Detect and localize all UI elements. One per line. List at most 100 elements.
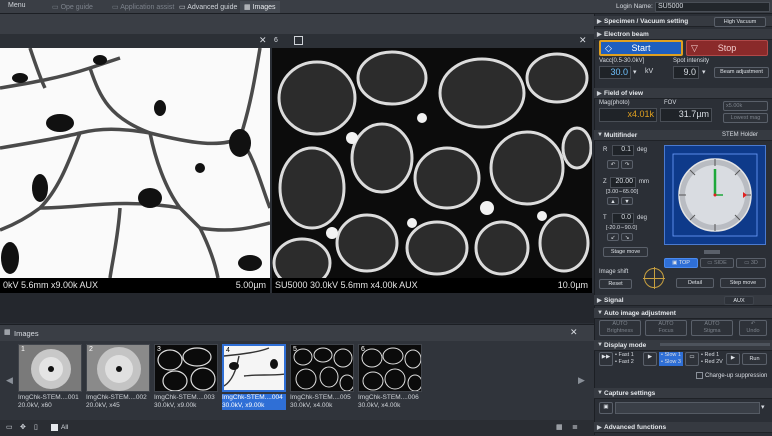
vacuum-mode-button[interactable]: High Vacuum [714,17,766,27]
spot-dropdown-icon[interactable]: ▾ [702,68,706,76]
capture-options-bar[interactable] [615,402,760,414]
tilt-left-button[interactable]: ↙ [607,233,619,241]
thumbnail-6[interactable]: 6 [358,344,422,392]
crosshair-h [643,278,665,279]
auto-stigma-button[interactable]: AUTO Stigma [691,320,733,336]
rotate-ccw-button[interactable]: ↶ [607,160,619,169]
z-down-button[interactable]: ▼ [621,197,633,205]
t-value-field[interactable]: 0.0 [612,213,634,224]
tab-images[interactable]: ▦ Images [240,1,280,13]
section-advanced-functions[interactable]: ▶ Advanced functions [594,422,772,433]
scan-mode-icon[interactable]: ▶ [726,353,740,365]
mag-preset-dropdown[interactable]: x5.00k [723,101,768,111]
section-electron-beam[interactable]: ▶ Electron beam [594,29,772,40]
sem-image-left[interactable] [0,48,270,278]
slow-scan-icon[interactable]: ▶ [643,352,657,366]
z-value-field[interactable]: 20.00 [610,177,636,188]
menu-bar: Menu ▭ Ope guide ▭ Application assist ▭ … [0,0,772,14]
spot-label: Spot intensity [673,58,710,64]
tab-application-assist[interactable]: ▭ Application assist [108,1,178,13]
r-label: R [603,147,608,153]
section-capture-settings[interactable]: ▼ Capture settings [594,388,772,399]
close-left-icon[interactable]: ✕ [259,35,267,46]
folder-icon[interactable]: ▭ [6,423,13,431]
reset-button[interactable]: Reset [599,279,632,289]
close-right-icon[interactable]: ✕ [579,35,587,46]
view-side-button[interactable]: ▭ SIDE [700,258,734,268]
undo-button[interactable]: ↶ Undo [739,320,767,336]
r-value-field[interactable]: 0.1 [612,145,634,156]
fov-label: FOV [664,100,677,106]
mag-label: Mag(photo) [599,100,630,106]
stem-holder-label: STEM Holder [722,132,759,138]
section-auto-image-adjustment[interactable]: ▼ Auto image adjustment [594,308,772,319]
slow-modes[interactable]: • Slow 1 • Slow 3 [659,352,683,366]
start-icon: ◇ [605,43,612,53]
stage-map-graphic [672,153,758,237]
image-shift-crosshair[interactable] [643,267,665,289]
trash-icon[interactable]: ▯ [34,423,38,431]
right-image-caption: SU5000 30.0kV 5.6mm x4.00k AUX 10.0µm [272,278,592,293]
move-icon[interactable]: ✥ [20,423,26,431]
r-unit: deg [637,147,648,153]
all-label: All [61,424,69,431]
spot-value-field[interactable]: 9.0 [673,66,699,79]
thumbnail-1[interactable]: 1 [18,344,82,392]
charge-up-label: Charge-up suppression [705,373,768,379]
all-checkbox[interactable] [51,424,58,431]
grid-view-icon[interactable]: ▦ [556,423,563,431]
thumbnail-2[interactable]: 2 [86,344,150,392]
images-panel-title: Images [14,329,39,338]
thumbnail-4-selected[interactable]: 4 [222,344,286,392]
z-range: [3.00∼65.00] [606,189,639,195]
z-unit: mm [639,179,649,185]
stage-slider[interactable] [704,250,720,254]
signal-aux-button[interactable]: AUX [724,296,754,305]
tab-ope-guide[interactable]: ▭ Ope guide [48,1,97,13]
tilt-right-button[interactable]: ↘ [621,233,633,241]
view-top-button[interactable]: ▣ TOP [664,258,698,268]
section-field-of-view[interactable]: ▶ Field of view [594,88,772,99]
menu-button[interactable]: Menu [8,2,26,9]
reduced-scan-icon[interactable]: ▭ [685,352,699,366]
fullscreen-icon[interactable] [294,36,303,45]
fast-scan-icon[interactable]: ▶▶ [599,352,613,366]
stop-icon: ▽ [691,43,698,53]
run-button[interactable]: Run [742,353,767,365]
scan-speed-slider[interactable] [660,343,770,346]
vacc-value-field[interactable]: 30.0 [599,66,631,79]
vacc-label: Vacc[0.5-30.0kV] [599,58,645,64]
tab-advanced-guide[interactable]: ▭ Advanced guide [175,1,241,13]
sem-image-right[interactable] [272,48,592,278]
stage-move-button[interactable]: Stage move [603,247,648,257]
scroll-right-icon[interactable]: ▶ [578,375,585,386]
fast-modes[interactable]: • Fast 1 • Fast 2 [615,352,634,366]
scroll-left-icon[interactable]: ◀ [6,375,13,386]
capture-save-icon[interactable]: ▣ [599,402,613,414]
thumbnail-5[interactable]: 5 [290,344,354,392]
view-3d-button[interactable]: ▭ 3D [736,258,766,268]
z-up-button[interactable]: ▲ [607,197,619,205]
start-button[interactable]: ◇ Start [599,40,683,56]
lowest-mag-button[interactable]: Lowest mag [723,113,768,123]
vacc-dropdown-icon[interactable]: ▾ [633,68,637,76]
thumbnail-1-label: ImgChk-STEM....001 20.0kV, x60 [18,394,79,409]
close-images-panel-icon[interactable]: ✕ [570,327,578,338]
capture-dropdown-icon[interactable]: ▾ [761,403,765,411]
beam-adjustment-button[interactable]: Beam adjustment [714,67,769,78]
login-name-field[interactable]: SU5000 [655,2,770,12]
red-modes[interactable]: • Red 1 • Red 2V [701,352,723,366]
list-view-icon[interactable]: ≣ [572,423,578,431]
thumbnail-3[interactable]: 3 [154,344,218,392]
step-move-button[interactable]: Step move [720,278,766,288]
detail-button[interactable]: Detail [676,278,714,288]
thumbnail-4-label: ImgChk-STEM....004 30.0kV, x9.00k [222,394,286,410]
auto-focus-button[interactable]: AUTO Focus [645,320,687,336]
charge-up-checkbox[interactable] [696,372,703,379]
stop-button[interactable]: ▽ Stop [686,40,768,56]
rotate-cw-button[interactable]: ↷ [621,160,633,169]
thumbnail-3-label: ImgChk-STEM....003 30.0kV, x9.00k [154,394,215,409]
vacc-unit: kV [645,68,654,75]
stage-map[interactable] [664,145,766,245]
auto-brightness-button[interactable]: AUTO Brightness [599,320,641,336]
